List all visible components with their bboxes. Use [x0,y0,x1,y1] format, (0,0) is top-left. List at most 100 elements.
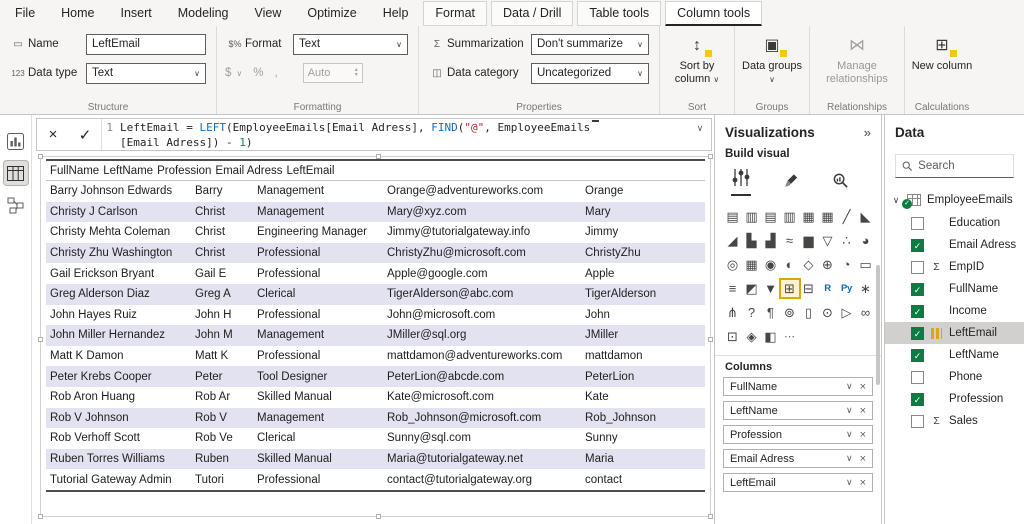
menu-item[interactable]: Optimize [294,1,369,26]
data-field-row[interactable]: FullName [885,278,1024,300]
cell-email-adress[interactable]: JMiller@sql.org [383,329,581,341]
dax-formula-editor[interactable]: 1 LeftEmail = LEFT(EmployeeEmails[Email … [102,119,689,150]
cell-email-adress[interactable]: Rob_Johnson@microsoft.com [383,412,581,424]
cell-leftemail[interactable]: Orange [581,185,623,197]
table-visual[interactable]: FullName LeftName Profession Email Adress Le… [38,154,713,519]
chevron-down-icon[interactable]: ∨ [891,195,901,206]
resize-handle[interactable] [708,514,713,519]
cell-leftname[interactable]: John H [191,309,253,321]
cell-profession[interactable]: Clerical [253,288,383,300]
donut-chart-icon[interactable]: ◎ [724,256,742,273]
resize-handle[interactable] [38,514,43,519]
cell-fullname[interactable]: John Hayes Ruiz [46,309,191,321]
key-influencers-icon[interactable]: ∗ [857,280,875,297]
cell-profession[interactable]: Professional [253,350,383,362]
chevron-down-icon[interactable]: ∨ [236,69,242,78]
cell-leftname[interactable]: Rob V [191,412,253,424]
cell-profession[interactable]: Management [253,412,383,424]
contextual-tab[interactable]: Table tools [577,1,662,26]
decomposition-tree-icon[interactable]: ⋔ [724,304,742,321]
gauge-icon[interactable]: ◔ [838,256,856,273]
cell-profession[interactable]: Skilled Manual [253,453,383,465]
data-field-row[interactable]: Profession [885,388,1024,410]
cell-email-adress[interactable]: contact@tutorialgateway.org [383,474,581,486]
cell-leftemail[interactable]: John [581,309,610,321]
chevron-down-icon[interactable]: ∨ [846,429,853,440]
manage-relationships-button[interactable]: ⋈ Manage relationships [816,33,898,100]
commit-formula-button[interactable]: ✓ [69,119,101,150]
cell-email-adress[interactable]: Jimmy@tutorialgateway.info [383,226,581,238]
cell-leftname[interactable]: Rob Ar [191,391,253,403]
contextual-tab[interactable]: Column tools [665,1,763,26]
column-name-input[interactable] [86,33,206,55]
cell-leftemail[interactable]: Rob_Johnson [581,412,656,424]
cell-leftemail[interactable]: TigerAlderson [581,288,656,300]
cell-fullname[interactable]: John Miller Hernandez [46,329,191,341]
cell-leftname[interactable]: Christ [191,206,253,218]
multi-row-card-icon[interactable]: ≡ [724,280,742,297]
cell-email-adress[interactable]: John@microsoft.com [383,309,581,321]
cell-profession[interactable]: Tool Designer [253,371,383,383]
line-clustered-column-chart-icon[interactable]: ▟ [762,232,780,249]
build-visual-tab[interactable] [731,168,751,196]
column-header[interactable]: LeftName [99,165,153,177]
python-icon[interactable]: Py [838,280,856,297]
cell-fullname[interactable]: Christy J Carlson [46,206,191,218]
summarization-dropdown[interactable]: Don't summarize ∨ [531,33,649,55]
table-row[interactable]: Christy Mehta Coleman Christ Engineering… [46,222,705,243]
resize-handle[interactable] [38,336,43,342]
cell-email-adress[interactable]: TigerAlderson@abc.com [383,288,581,300]
menu-item[interactable]: Modeling [165,1,242,26]
table-row[interactable]: John Hayes Ruiz John H Professional John… [46,305,705,326]
cell-profession[interactable]: Clerical [253,432,383,444]
data-field-row[interactable]: LeftEmail [885,322,1024,344]
cell-leftemail[interactable]: mattdamon [581,350,643,362]
cell-fullname[interactable]: Tutorial Gateway Admin [46,474,191,486]
cell-leftemail[interactable]: JMiller [581,329,618,341]
100-stacked-column-chart-icon[interactable]: ▦ [819,208,837,225]
analytics-tab[interactable] [832,172,849,196]
cell-profession[interactable]: Professional [253,309,383,321]
decimal-places-spinner[interactable]: Auto ▴ ▾ [302,63,363,83]
cell-email-adress[interactable]: Mary@xyz.com [383,206,581,218]
scatter-chart-icon[interactable]: ∴ [838,232,856,249]
table-row[interactable]: Peter Krebs Cooper Peter Tool Designer P… [46,366,705,387]
waterfall-chart-icon[interactable]: ▆ [800,232,818,249]
map-icon[interactable]: ◉ [762,256,780,273]
stacked-column-chart-icon[interactable]: ▥ [743,208,761,225]
data-view-button[interactable] [2,160,29,186]
field-checkbox[interactable] [911,370,924,384]
resize-handle[interactable] [708,154,713,159]
table-row[interactable]: Christy Zhu Washington Christ Profession… [46,242,705,264]
table-row[interactable]: Rob Aron Huang Rob Ar Skilled Manual Kat… [46,387,705,408]
field-checkbox[interactable] [911,216,924,230]
format-dropdown[interactable]: Text ∨ [293,33,408,55]
cell-email-adress[interactable]: ChristyZhu@microsoft.com [383,247,581,259]
matrix-icon[interactable]: ⊟ [800,280,818,297]
line-stacked-column-chart-icon[interactable]: ▙ [743,232,761,249]
table-row[interactable]: Greg Alderson Diaz Greg A Clerical Tiger… [46,283,705,305]
remove-field-icon[interactable]: × [860,429,866,441]
field-well[interactable]: FullName ∨ × [723,377,873,396]
cell-fullname[interactable]: Matt K Damon [46,350,191,362]
clustered-bar-chart-icon[interactable]: ▤ [762,208,780,225]
thousands-separator-button[interactable]: , [275,67,278,79]
contextual-tab[interactable]: Data / Drill [491,1,574,26]
chevron-down-icon[interactable]: ∨ [846,405,853,416]
cell-leftname[interactable]: Christ [191,226,253,238]
cell-leftname[interactable]: Matt K [191,350,253,362]
filled-map-icon[interactable]: ◐ [781,256,799,273]
metrics-icon[interactable]: ⊚ [781,304,799,321]
line-chart-icon[interactable]: ╱ [838,208,856,225]
resize-handle[interactable] [38,154,43,159]
percent-button[interactable]: % [253,67,263,79]
cell-leftname[interactable]: John M [191,329,253,341]
report-view-button[interactable] [4,129,28,153]
cell-fullname[interactable]: Barry Johnson Edwards [46,185,191,197]
expand-formula-bar-button[interactable]: ∨ [689,119,711,150]
cell-leftname[interactable]: Tutori [191,474,253,486]
cell-leftname[interactable]: Gail E [191,268,253,280]
chevron-down-icon[interactable]: ∨ [846,381,853,392]
cell-fullname[interactable]: Rob Aron Huang [46,391,191,403]
slicer-icon[interactable]: ▼ [762,280,780,297]
